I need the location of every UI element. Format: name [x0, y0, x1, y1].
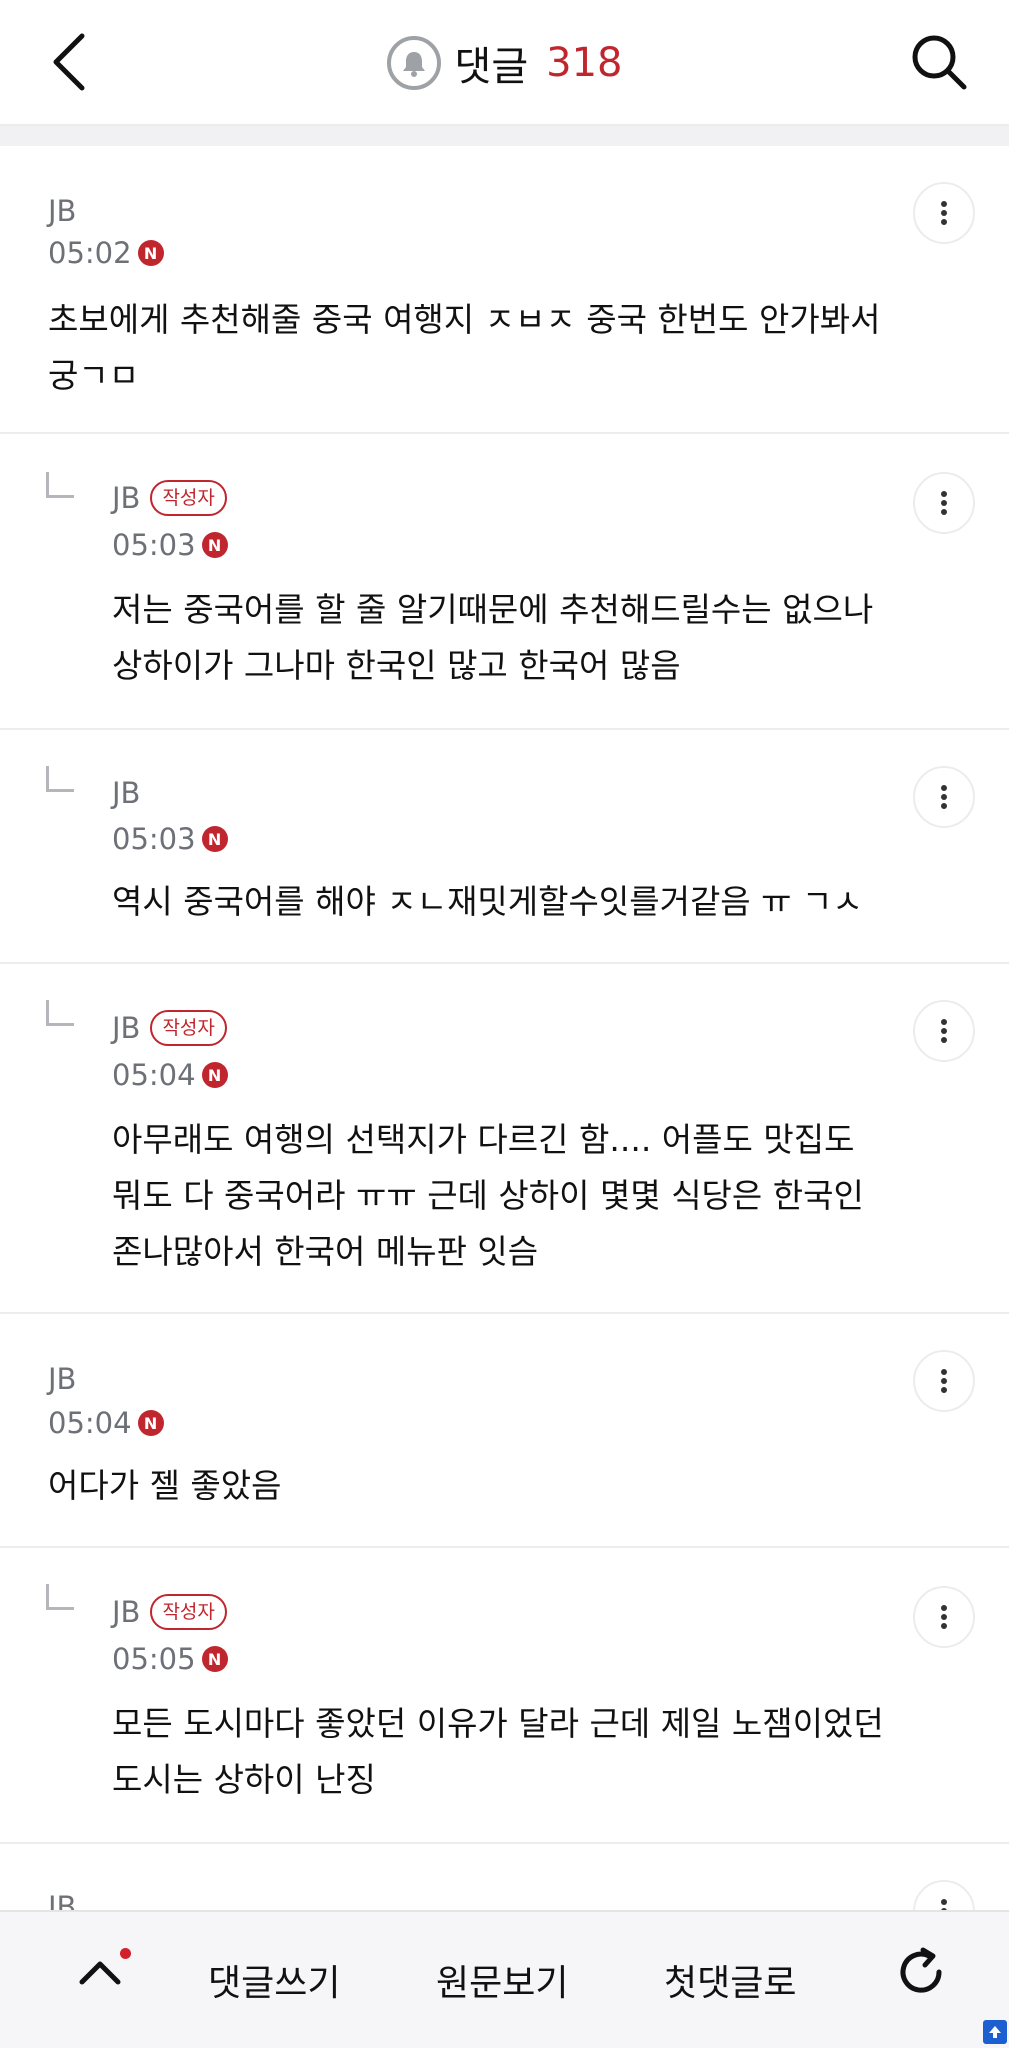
author-row: JB 작성자: [112, 1594, 227, 1630]
comment-line: 저는 중국어를 할 줄 알기때문에 추천해드릴수는 없으나: [112, 590, 874, 629]
timestamp: 05:05: [112, 1642, 196, 1676]
time-row: 05:04 N: [112, 1058, 228, 1092]
author-name: JB: [112, 481, 141, 515]
more-vertical-icon: [941, 1019, 947, 1043]
more-button[interactable]: [913, 766, 975, 828]
writer-badge: 작성자: [150, 1594, 227, 1630]
floating-action-icon[interactable]: [983, 2020, 1007, 2044]
reply-item: JB 작성자 05:04 N 아무래도 여행의 선택지가 다르긴 함.... 어…: [0, 964, 1009, 1314]
author-row: JB 작성자: [112, 480, 227, 516]
bell-icon: [402, 52, 425, 77]
reply-item: JB 05:03 N 역시 중국어를 해야 ㅈㄴ재밋게할수잇를거같음 ㅠ ㄱㅅ: [0, 730, 1009, 964]
time-row: 05:04 N: [48, 1406, 164, 1440]
time-row: 05:02 N: [48, 236, 164, 270]
reply-indicator: [46, 766, 74, 792]
comment-line: 상하이가 그나마 한국인 많고 한국어 많음: [112, 646, 681, 685]
refresh-button[interactable]: [889, 1940, 953, 2004]
comment-item: JB 05:04 N 어다가 젤 좋았음: [0, 1314, 1009, 1548]
more-button[interactable]: [913, 1586, 975, 1648]
title-label: 댓글: [454, 44, 529, 90]
search-icon: [912, 35, 967, 90]
notification-dot: [120, 1948, 131, 1959]
time-row: 05:05 N: [112, 1642, 228, 1676]
comment-body: 저는 중국어를 할 줄 알기때문에 추천해드릴수는 없으나 상하이가 그나마 한…: [112, 582, 952, 694]
author-name: JB: [112, 1011, 141, 1045]
arrow-up-icon: [989, 2026, 1001, 2038]
author-row: JB: [112, 776, 140, 810]
comment-line: 초보에게 추천해줄 중국 여행지 ㅈㅂㅈ 중국 한번도 안가봐서: [48, 300, 881, 339]
top-bar: 댓글 318: [0, 0, 1009, 126]
author-name: JB: [48, 1362, 77, 1396]
bottom-toolbar: 댓글쓰기 원문보기 첫댓글로: [0, 1910, 1009, 2048]
new-badge: N: [137, 1410, 164, 1436]
more-button[interactable]: [913, 182, 975, 244]
comment-line: 모든 도시마다 좋았던 이유가 달라 근데 제일 노잼이었던: [112, 1704, 884, 1743]
view-original-button[interactable]: 원문보기: [436, 1954, 568, 2006]
comment-line: 궁ㄱㅁ: [48, 356, 140, 395]
more-vertical-icon: [941, 1369, 947, 1393]
comment-line: 역시 중국어를 해야 ㅈㄴ재밋게할수잇를거같음 ㅠ ㄱㅅ: [112, 882, 863, 921]
author-name: JB: [112, 1595, 141, 1629]
timestamp: 05:03: [112, 528, 196, 562]
more-vertical-icon: [941, 201, 947, 225]
more-button[interactable]: [913, 1000, 975, 1062]
time-row: 05:03 N: [112, 528, 228, 562]
author-name: JB: [112, 776, 141, 810]
comment-count: 318: [546, 40, 623, 86]
new-badge: N: [201, 532, 228, 558]
search-button[interactable]: [899, 22, 979, 102]
more-button[interactable]: [913, 472, 975, 534]
reply-item: JB 작성자 05:05 N 모든 도시마다 좋았던 이유가 달라 근데 제일 …: [0, 1548, 1009, 1844]
more-vertical-icon: [941, 785, 947, 809]
author-name: JB: [48, 194, 77, 228]
more-button[interactable]: [913, 1350, 975, 1412]
comment-body: 역시 중국어를 해야 ㅈㄴ재밋게할수잇를거같음 ㅠ ㄱㅅ: [112, 874, 952, 930]
divider: [0, 126, 1009, 146]
comment-line: 존나많아서 한국어 메뉴판 잇슴: [112, 1232, 539, 1271]
more-vertical-icon: [941, 491, 947, 515]
writer-badge: 작성자: [150, 1010, 227, 1046]
comment-line: 아무래도 여행의 선택지가 다르긴 함.... 어플도 맛집도: [112, 1120, 855, 1159]
comment-line: 도시는 상하이 난징: [112, 1760, 376, 1799]
comment-body: 어다가 젤 좋았음: [48, 1458, 948, 1514]
reply-item: JB 작성자 05:03 N 저는 중국어를 할 줄 알기때문에 추천해드릴수는…: [0, 434, 1009, 730]
comment-item: JB 05:02 N 초보에게 추천해줄 중국 여행지 ㅈㅂㅈ 중국 한번도 안…: [0, 146, 1009, 434]
author-row: JB 작성자: [112, 1010, 227, 1046]
comment-line: 뭐도 다 중국어라 ㅠㅠ 근데 상하이 몇몇 식당은 한국인: [112, 1176, 864, 1215]
comment-body: 아무래도 여행의 선택지가 다르긴 함.... 어플도 맛집도 뭐도 다 중국어…: [112, 1112, 972, 1280]
more-vertical-icon: [941, 1605, 947, 1629]
new-badge: N: [137, 240, 164, 266]
write-comment-button[interactable]: 댓글쓰기: [208, 1954, 340, 2006]
timestamp: 05:03: [112, 822, 196, 856]
timestamp: 05:04: [48, 1406, 132, 1440]
chevron-up-icon: [79, 1961, 121, 1985]
new-badge: N: [201, 1062, 228, 1088]
timestamp: 05:04: [112, 1058, 196, 1092]
new-badge: N: [201, 1646, 228, 1672]
first-comment-button[interactable]: 첫댓글로: [664, 1954, 796, 2006]
writer-badge: 작성자: [150, 480, 227, 516]
notification-toggle[interactable]: [386, 36, 441, 90]
author-row: JB: [48, 194, 76, 228]
reply-indicator: [46, 1000, 74, 1026]
new-badge: N: [201, 826, 228, 852]
reply-indicator: [46, 472, 74, 498]
comment-body: 초보에게 추천해줄 중국 여행지 ㅈㅂㅈ 중국 한번도 안가봐서 궁ㄱㅁ: [48, 292, 948, 404]
refresh-icon: [900, 1947, 942, 1993]
comment-body: 모든 도시마다 좋았던 이유가 달라 근데 제일 노잼이었던 도시는 상하이 난…: [112, 1696, 972, 1808]
time-row: 05:03 N: [112, 822, 228, 856]
timestamp: 05:02: [48, 236, 132, 270]
comment-line: 어다가 젤 좋았음: [48, 1466, 282, 1505]
page-title: 댓글 318: [0, 30, 1009, 96]
author-row: JB: [48, 1362, 76, 1396]
reply-indicator: [46, 1584, 74, 1610]
